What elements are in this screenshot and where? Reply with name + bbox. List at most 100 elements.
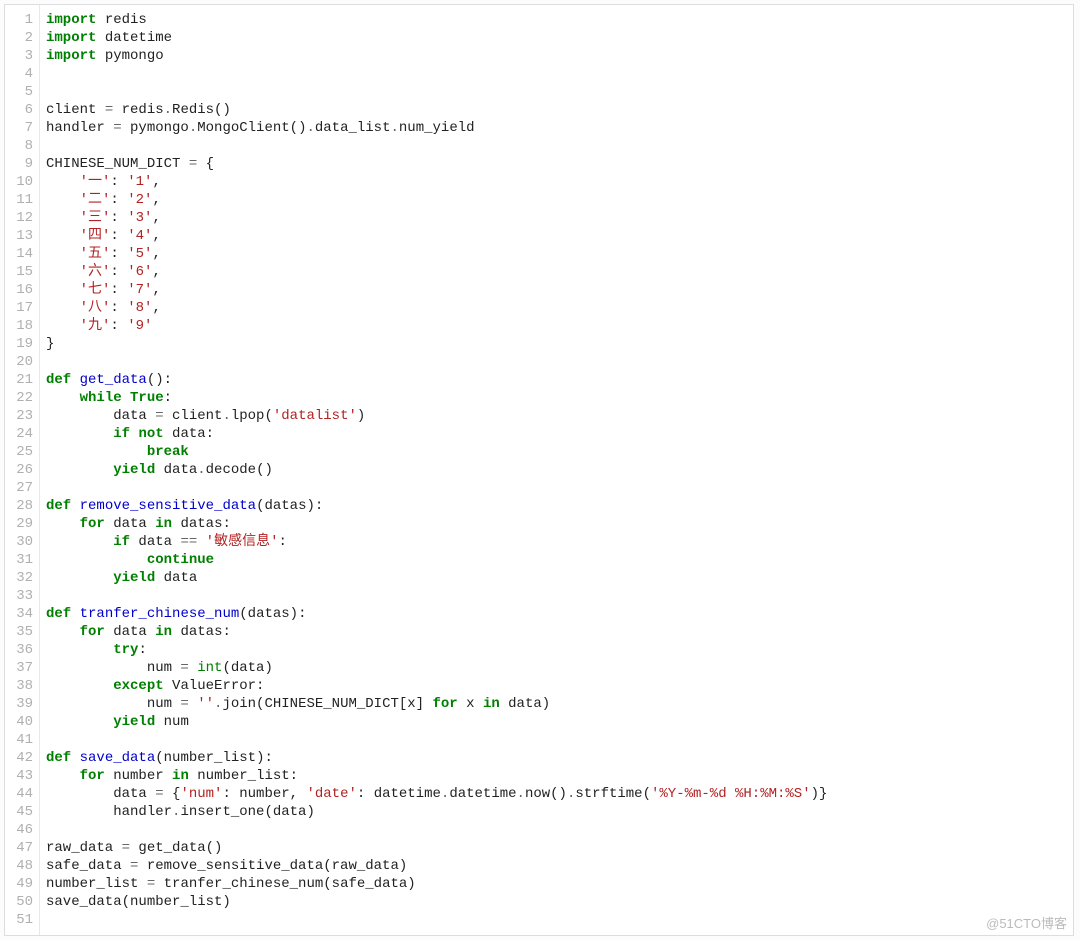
code-line: for number in number_list:	[46, 767, 1073, 785]
code-line	[46, 353, 1073, 371]
line-number: 48	[5, 857, 39, 875]
line-number: 41	[5, 731, 39, 749]
code-content: import redisimport datetimeimport pymong…	[40, 5, 1073, 935]
line-number: 14	[5, 245, 39, 263]
code-line: while True:	[46, 389, 1073, 407]
code-line	[46, 83, 1073, 101]
code-line: '八': '8',	[46, 299, 1073, 317]
code-line: break	[46, 443, 1073, 461]
line-number: 47	[5, 839, 39, 857]
line-number: 50	[5, 893, 39, 911]
code-line: }	[46, 335, 1073, 353]
code-line	[46, 821, 1073, 839]
line-number: 44	[5, 785, 39, 803]
code-line: handler = pymongo.MongoClient().data_lis…	[46, 119, 1073, 137]
line-number: 37	[5, 659, 39, 677]
line-number: 13	[5, 227, 39, 245]
line-number: 42	[5, 749, 39, 767]
code-line: yield data.decode()	[46, 461, 1073, 479]
line-number: 36	[5, 641, 39, 659]
code-line: for data in datas:	[46, 623, 1073, 641]
code-line: def save_data(number_list):	[46, 749, 1073, 767]
line-number: 43	[5, 767, 39, 785]
line-number: 34	[5, 605, 39, 623]
line-number: 12	[5, 209, 39, 227]
line-number: 29	[5, 515, 39, 533]
line-number: 3	[5, 47, 39, 65]
code-line: import redis	[46, 11, 1073, 29]
code-line: CHINESE_NUM_DICT = {	[46, 155, 1073, 173]
line-number: 25	[5, 443, 39, 461]
code-line	[46, 137, 1073, 155]
line-number: 6	[5, 101, 39, 119]
line-number: 45	[5, 803, 39, 821]
code-line: def tranfer_chinese_num(datas):	[46, 605, 1073, 623]
line-number: 10	[5, 173, 39, 191]
code-line: '一': '1',	[46, 173, 1073, 191]
line-number: 21	[5, 371, 39, 389]
code-line: '二': '2',	[46, 191, 1073, 209]
code-line: client = redis.Redis()	[46, 101, 1073, 119]
line-number: 40	[5, 713, 39, 731]
line-number: 38	[5, 677, 39, 695]
code-line: data = client.lpop('datalist')	[46, 407, 1073, 425]
line-number: 23	[5, 407, 39, 425]
code-line: def remove_sensitive_data(datas):	[46, 497, 1073, 515]
line-number: 18	[5, 317, 39, 335]
code-line: try:	[46, 641, 1073, 659]
line-number: 28	[5, 497, 39, 515]
line-number: 19	[5, 335, 39, 353]
code-line: '五': '5',	[46, 245, 1073, 263]
code-line	[46, 587, 1073, 605]
code-line: continue	[46, 551, 1073, 569]
line-number: 8	[5, 137, 39, 155]
line-number: 32	[5, 569, 39, 587]
code-line: '六': '6',	[46, 263, 1073, 281]
line-number: 39	[5, 695, 39, 713]
line-number: 9	[5, 155, 39, 173]
line-number: 4	[5, 65, 39, 83]
line-number: 27	[5, 479, 39, 497]
code-line: if not data:	[46, 425, 1073, 443]
code-line: num = ''.join(CHINESE_NUM_DICT[x] for x …	[46, 695, 1073, 713]
line-number: 7	[5, 119, 39, 137]
code-line: handler.insert_one(data)	[46, 803, 1073, 821]
line-number: 26	[5, 461, 39, 479]
line-number: 16	[5, 281, 39, 299]
code-line: data = {'num': number, 'date': datetime.…	[46, 785, 1073, 803]
code-line	[46, 911, 1073, 929]
line-number: 49	[5, 875, 39, 893]
line-number: 11	[5, 191, 39, 209]
code-line	[46, 731, 1073, 749]
line-number: 24	[5, 425, 39, 443]
code-line: except ValueError:	[46, 677, 1073, 695]
line-number: 33	[5, 587, 39, 605]
line-number: 35	[5, 623, 39, 641]
line-number: 46	[5, 821, 39, 839]
code-line: '三': '3',	[46, 209, 1073, 227]
line-number: 22	[5, 389, 39, 407]
code-line: safe_data = remove_sensitive_data(raw_da…	[46, 857, 1073, 875]
code-line: yield data	[46, 569, 1073, 587]
code-line: import pymongo	[46, 47, 1073, 65]
code-block: 1234567891011121314151617181920212223242…	[4, 4, 1074, 936]
code-line: '九': '9'	[46, 317, 1073, 335]
code-line: '七': '7',	[46, 281, 1073, 299]
code-line: import datetime	[46, 29, 1073, 47]
code-line: if data == '敏感信息':	[46, 533, 1073, 551]
line-number: 5	[5, 83, 39, 101]
line-number-gutter: 1234567891011121314151617181920212223242…	[5, 5, 40, 935]
code-line: save_data(number_list)	[46, 893, 1073, 911]
code-line: for data in datas:	[46, 515, 1073, 533]
code-line: raw_data = get_data()	[46, 839, 1073, 857]
line-number: 51	[5, 911, 39, 929]
code-line: num = int(data)	[46, 659, 1073, 677]
code-line: def get_data():	[46, 371, 1073, 389]
code-line: '四': '4',	[46, 227, 1073, 245]
code-line	[46, 479, 1073, 497]
code-line	[46, 65, 1073, 83]
line-number: 2	[5, 29, 39, 47]
line-number: 17	[5, 299, 39, 317]
code-line: yield num	[46, 713, 1073, 731]
line-number: 20	[5, 353, 39, 371]
